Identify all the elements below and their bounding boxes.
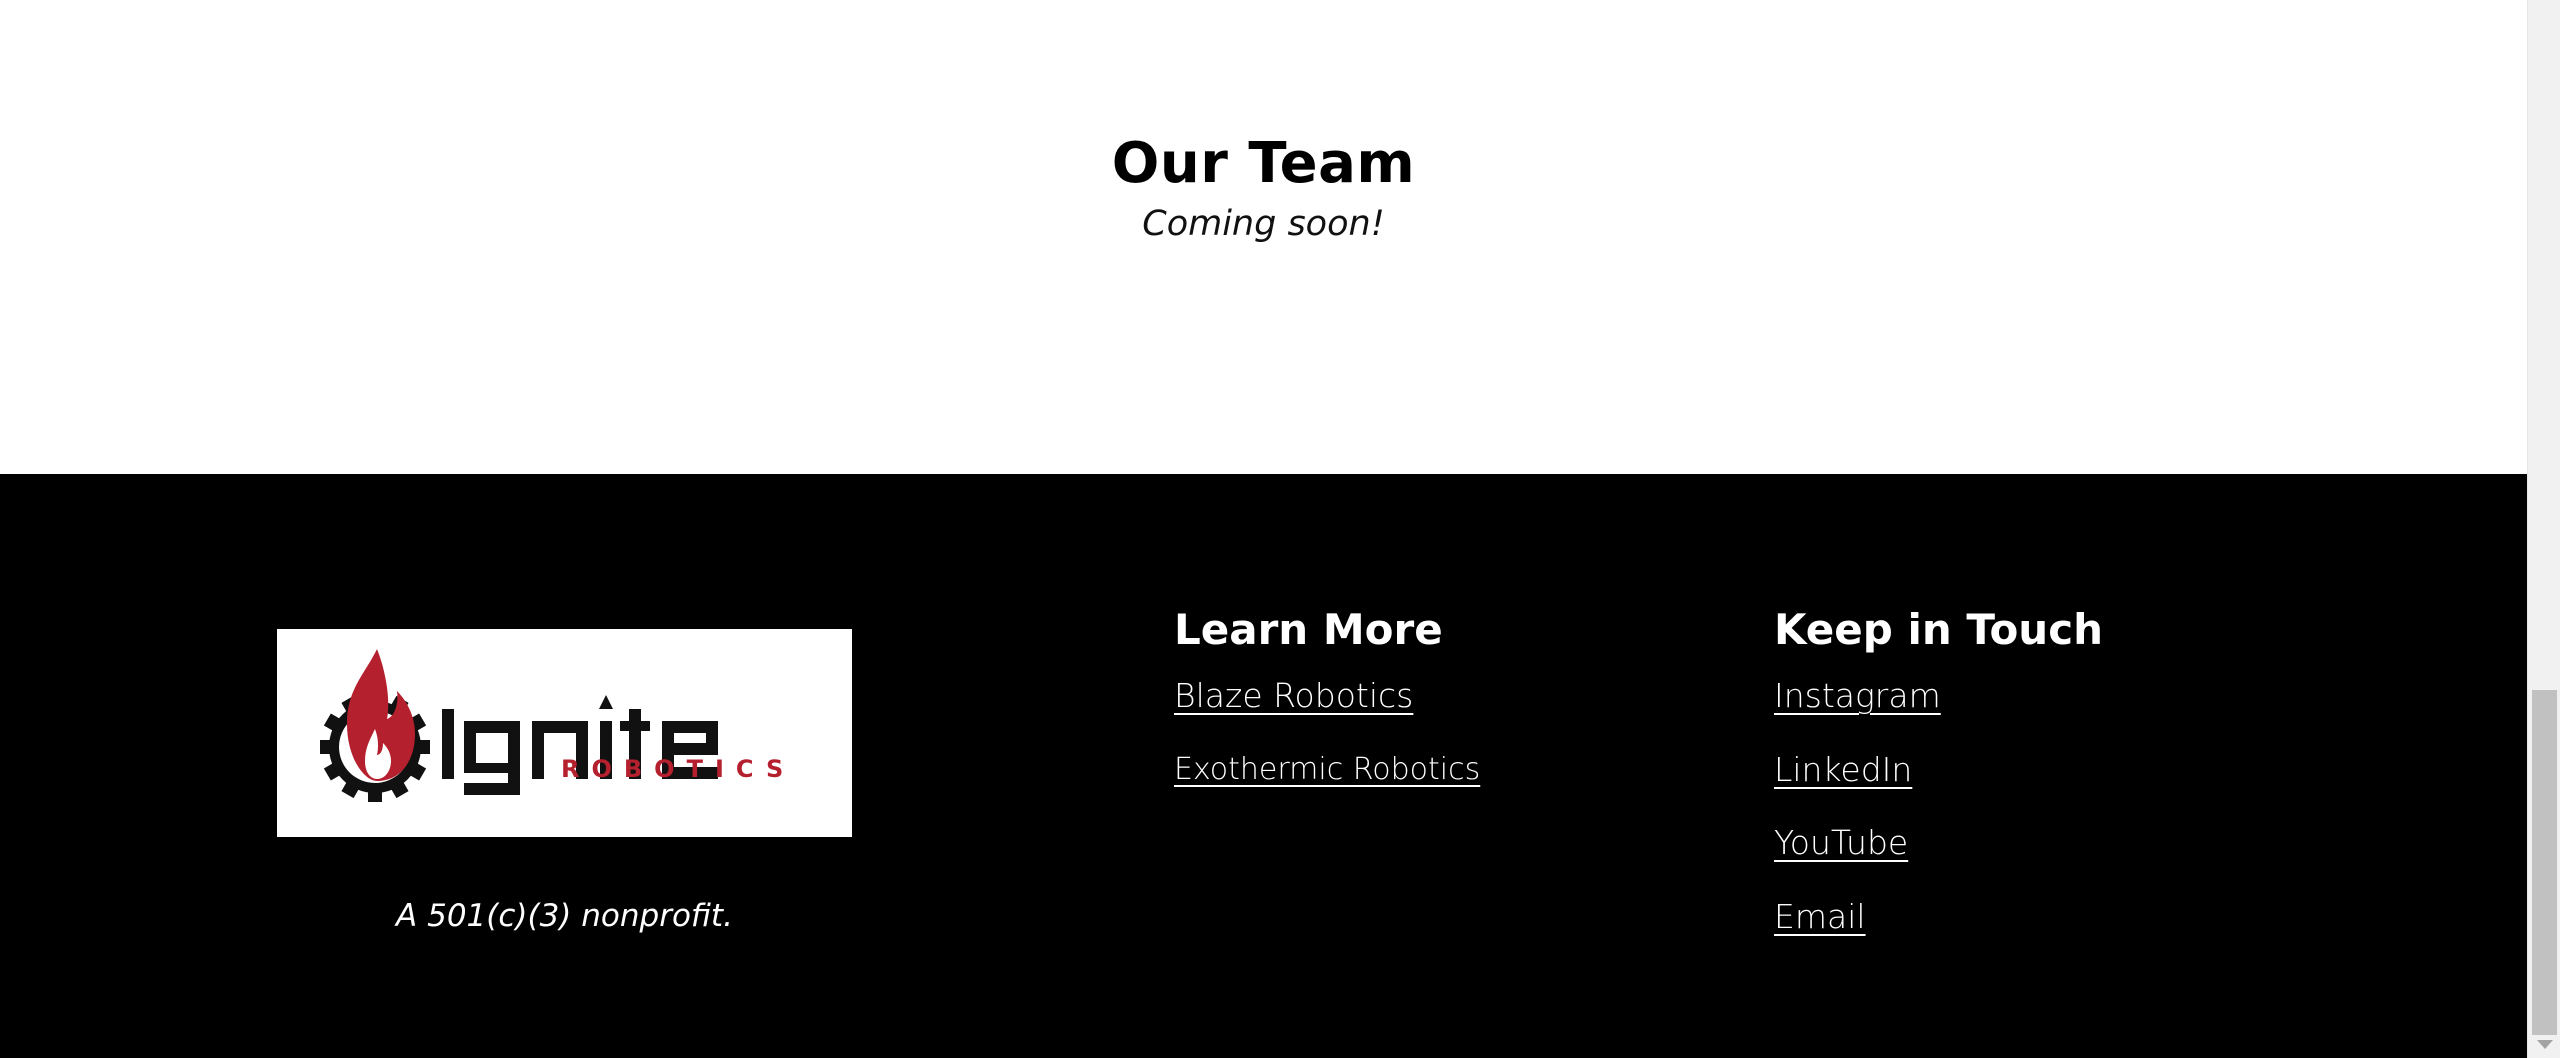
linkedin-link[interactable]: LinkedIn: [1774, 748, 1912, 792]
youtube-link[interactable]: YouTube: [1774, 821, 1908, 865]
keep-in-touch-heading: Keep in Touch: [1774, 605, 2104, 654]
vertical-scrollbar[interactable]: [2527, 0, 2560, 1058]
site-footer: ROBOTICS A 501(c)(3) nonprofit. Learn Mo…: [0, 474, 2527, 1058]
scrollbar-thumb[interactable]: [2532, 690, 2557, 1035]
scroll-down-arrow-icon[interactable]: [2537, 1040, 2553, 1049]
page: Our Team Coming soon! ROBOTICS A 501(c)(…: [0, 0, 2527, 1058]
ignite-robotics-logo[interactable]: ROBOTICS: [277, 629, 852, 837]
team-section: Our Team Coming soon!: [0, 0, 2527, 474]
team-heading: Our Team: [1111, 131, 1416, 196]
nonprofit-statement: A 501(c)(3) nonprofit.: [396, 898, 733, 934]
logo-tagline: ROBOTICS: [561, 755, 795, 783]
email-link[interactable]: Email: [1774, 895, 1866, 939]
exothermic-robotics-link[interactable]: Exothermic Robotics: [1174, 748, 1480, 792]
instagram-link[interactable]: Instagram: [1774, 674, 1941, 718]
team-coming-soon-text: Coming soon!: [1142, 204, 1385, 244]
blaze-robotics-link[interactable]: Blaze Robotics: [1174, 674, 1413, 718]
learn-more-heading: Learn More: [1174, 605, 1443, 654]
flame-gear-logo-icon: ROBOTICS: [320, 649, 795, 802]
